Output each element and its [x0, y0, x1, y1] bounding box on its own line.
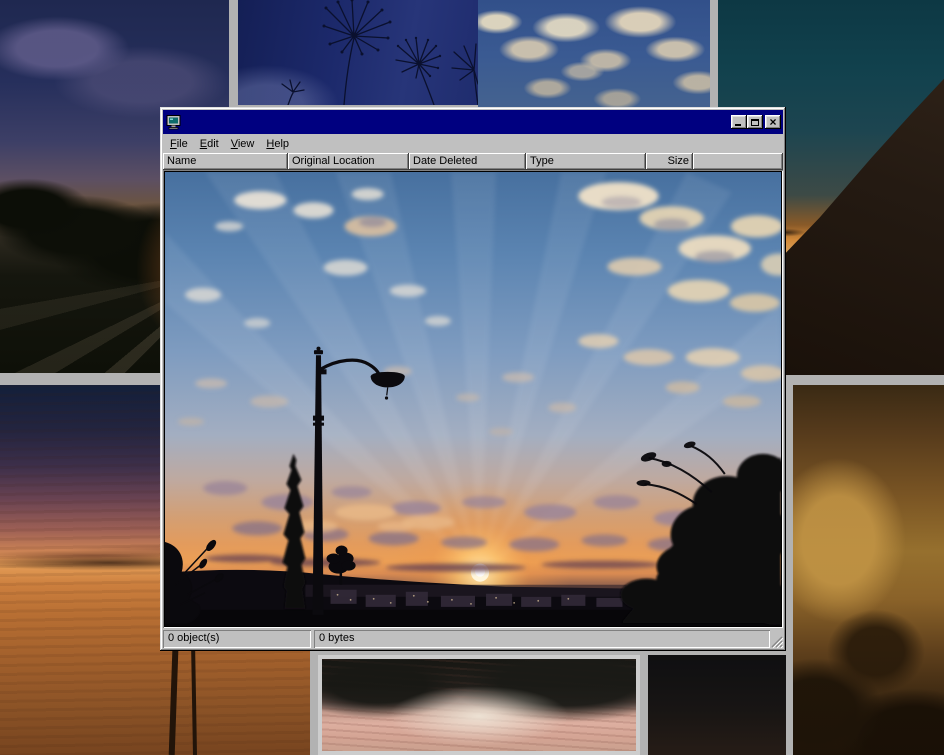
close-button[interactable]: × [765, 115, 781, 129]
maximize-button[interactable] [747, 115, 763, 129]
title-bar[interactable]: × [163, 110, 783, 134]
column-headers: Name Original Location Date Deleted Type… [163, 153, 783, 170]
minimize-button[interactable] [731, 115, 747, 129]
screen: { "window": { "title": "", "title_icon":… [0, 0, 944, 755]
column-header-size[interactable]: Size [646, 153, 693, 170]
column-header-original-location[interactable]: Original Location [288, 153, 409, 170]
collage-photo-golden-blur [793, 385, 944, 755]
sunset-lamp-photo [165, 172, 781, 626]
file-list-area[interactable] [163, 170, 783, 628]
status-bar: 0 object(s) 0 bytes [163, 630, 783, 648]
menu-file[interactable]: File [164, 136, 194, 152]
column-header-stub [693, 153, 783, 170]
sea-pole-silhouette [191, 641, 197, 755]
collage-photo-dark-strip [648, 655, 786, 755]
dill-silhouette-graphic [238, 0, 478, 105]
resize-grip[interactable] [770, 635, 783, 648]
menu-edit-key: E [200, 138, 207, 150]
status-object-count: 0 object(s) [163, 630, 311, 648]
collage-photo-pink-reflections [318, 655, 640, 755]
maximize-icon [751, 119, 759, 126]
menu-bar: File Edit View Help [163, 134, 783, 153]
column-header-type[interactable]: Type [526, 153, 646, 170]
minimize-icon [735, 124, 741, 126]
menu-edit[interactable]: Edit [194, 136, 225, 152]
menu-view-rest: iew [238, 138, 255, 150]
collage-photo-dill-silhouettes [238, 0, 478, 105]
menu-view-key: V [231, 138, 238, 150]
collage-photo-altocumulus-sky [478, 0, 710, 110]
menu-view[interactable]: View [225, 136, 261, 152]
status-bytes: 0 bytes [314, 630, 770, 648]
menu-edit-rest: dit [207, 138, 219, 150]
menu-help-rest: elp [274, 138, 289, 150]
menu-help[interactable]: Help [260, 136, 295, 152]
column-header-date-deleted[interactable]: Date Deleted [409, 153, 526, 170]
computer-icon [166, 114, 182, 130]
recycle-bin-window: × File Edit View Help Name Original Loca… [160, 107, 786, 651]
close-icon: × [769, 117, 776, 127]
menu-file-key: F [170, 138, 177, 150]
column-header-name[interactable]: Name [163, 153, 288, 170]
menu-file-rest: ile [177, 138, 188, 150]
